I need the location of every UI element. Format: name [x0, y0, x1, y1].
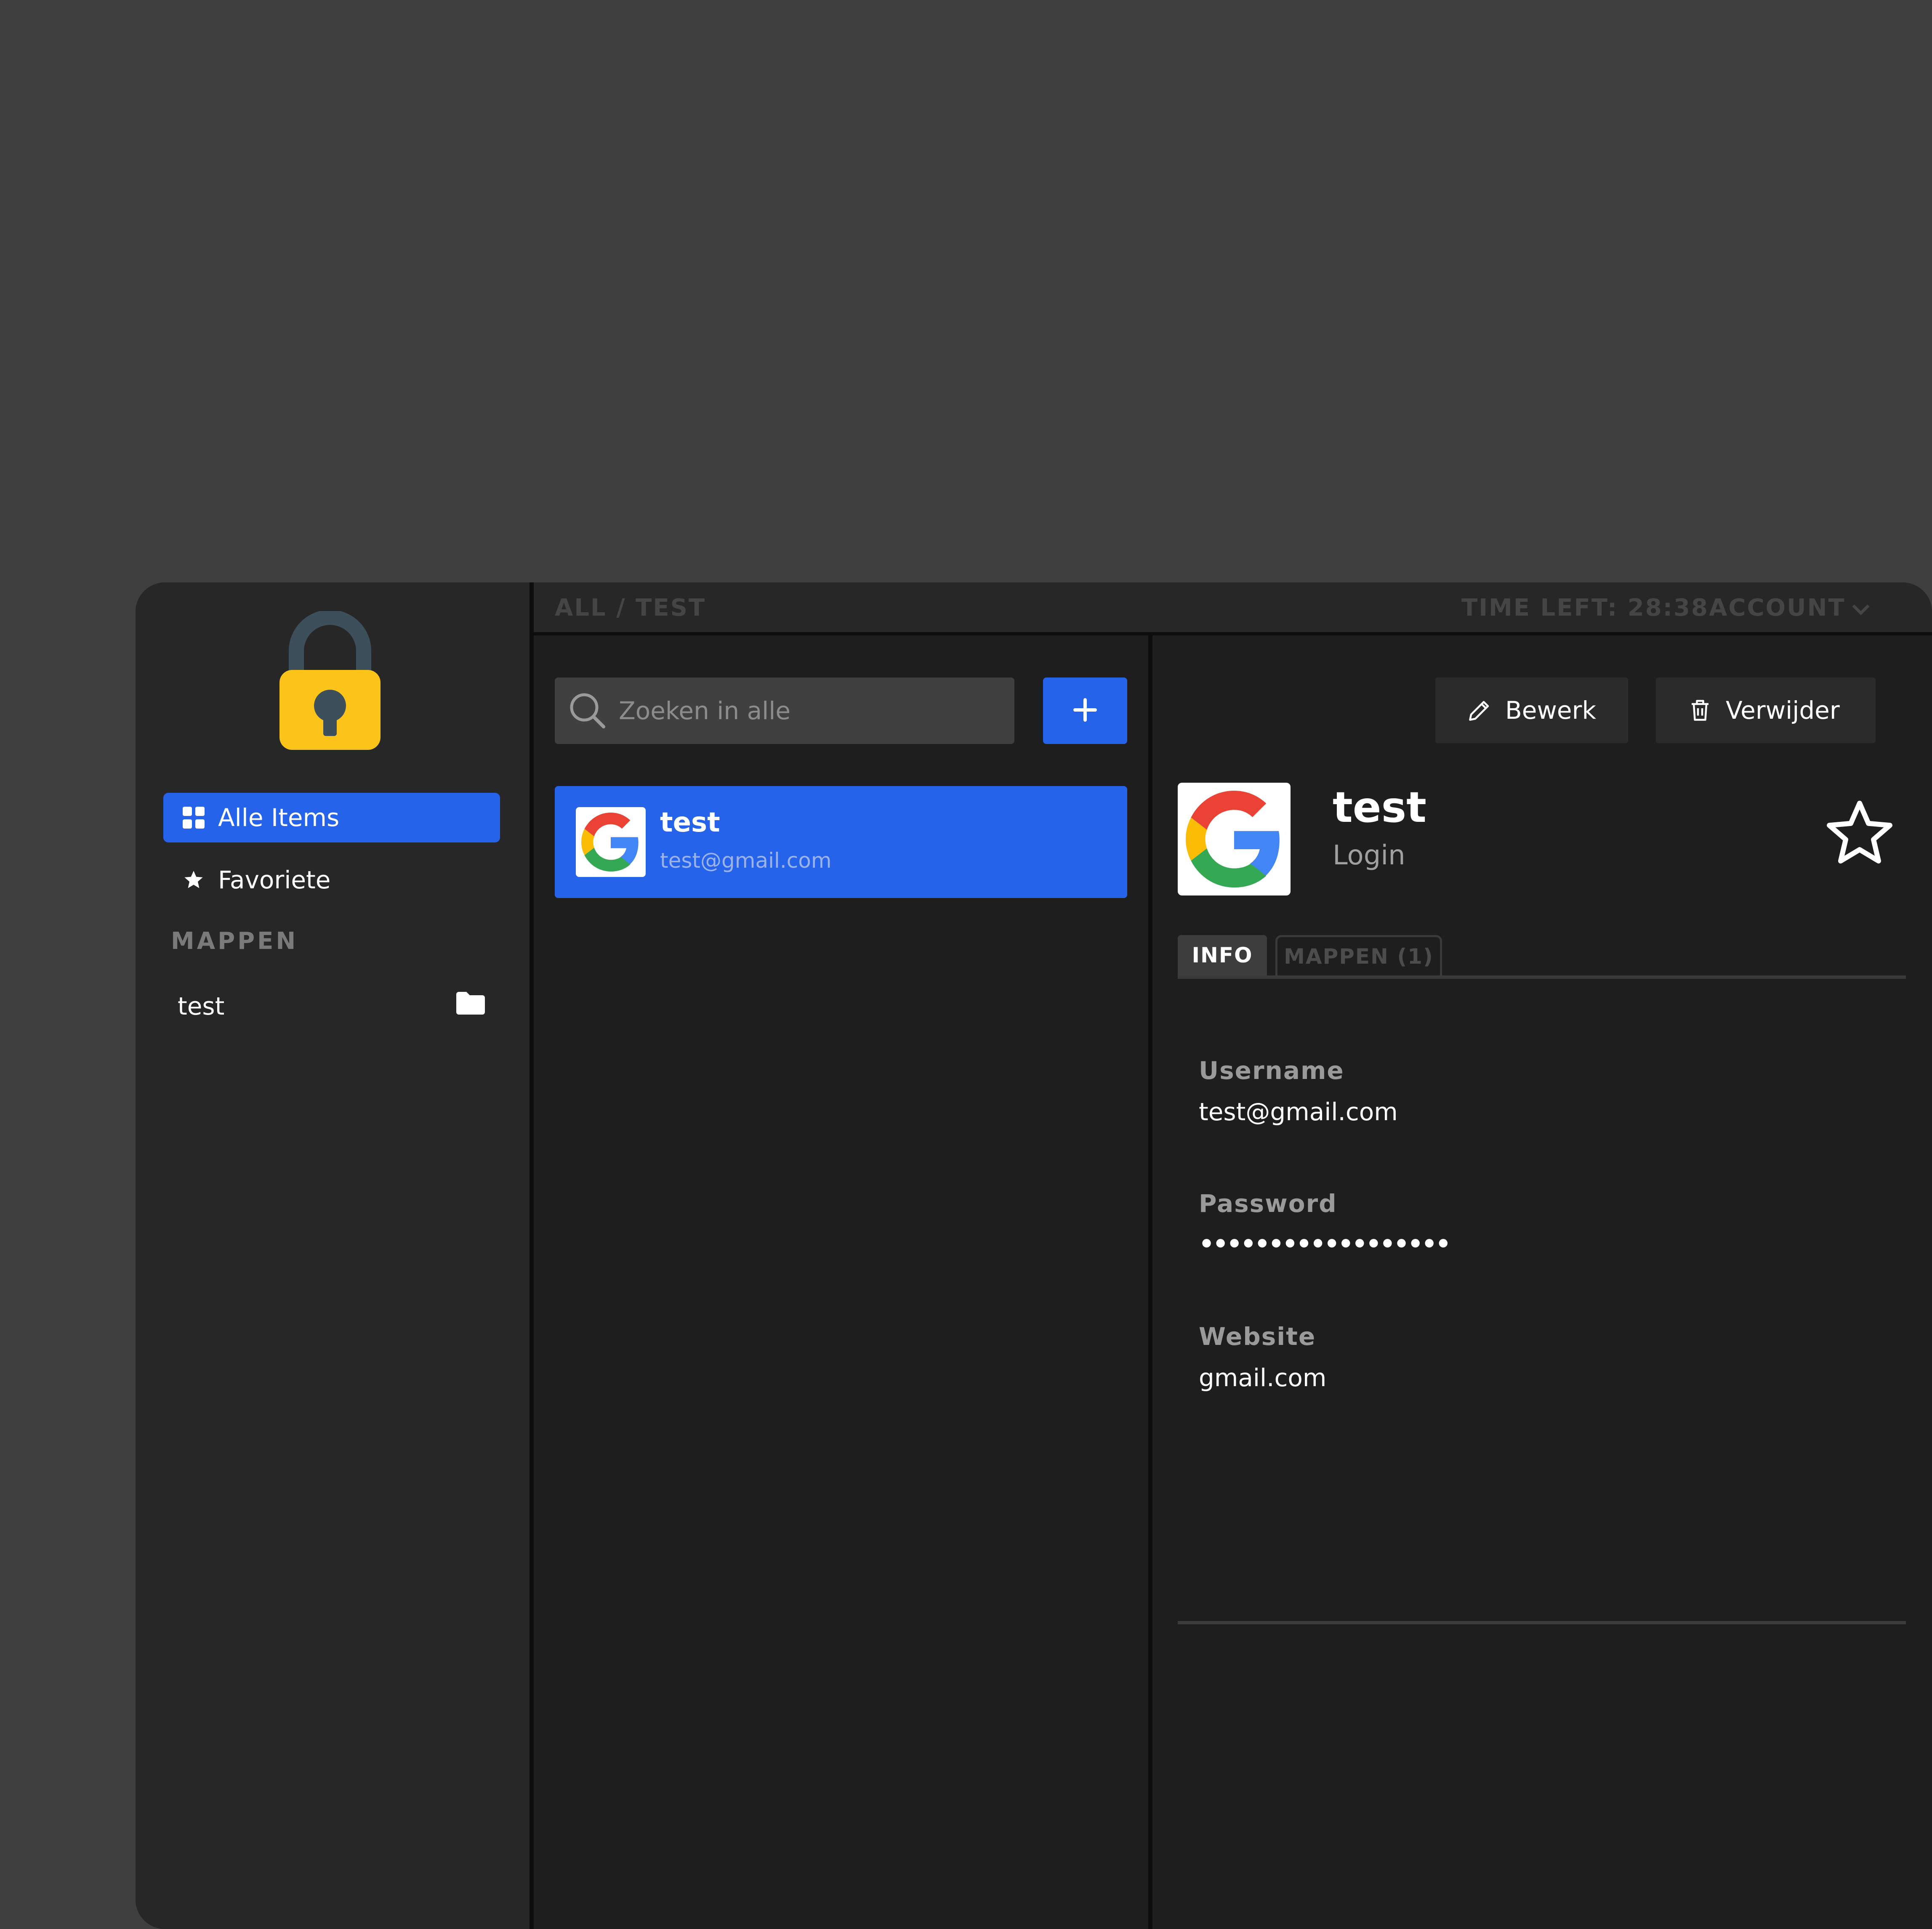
- search-input[interactable]: [618, 696, 982, 725]
- item-type: Login: [1333, 840, 1405, 871]
- username-value[interactable]: test@gmail.com: [1199, 1097, 1398, 1126]
- item-title: test: [1333, 783, 1426, 832]
- list-item-subtitle: test@gmail.com: [660, 848, 832, 873]
- sidebar-item-favoriete[interactable]: Favoriete: [163, 855, 500, 905]
- grid-icon: [182, 806, 205, 829]
- top-bar: ALL / TEST TIME LEFT: 28:38 ACCOUNT: [534, 582, 1932, 635]
- folders-section-label: MAPPEN: [171, 927, 298, 955]
- search-icon: [567, 691, 608, 731]
- session-time-left: TIME LEFT: 28:38: [1461, 594, 1709, 622]
- website-label: Website: [1199, 1322, 1316, 1351]
- list-item-title: test: [660, 807, 720, 838]
- sidebar: Alle Items Favoriete MAPPEN test: [136, 582, 530, 1929]
- pencil-icon: [1466, 697, 1493, 723]
- favorite-star-icon[interactable]: [1822, 795, 1897, 871]
- sidebar-item-label: Alle Items: [218, 803, 340, 832]
- detail-divider: [1178, 1621, 1906, 1624]
- google-icon: [1178, 783, 1291, 895]
- delete-label: Verwijder: [1726, 696, 1840, 725]
- folder-item-test[interactable]: test: [178, 987, 485, 1025]
- account-label: ACCOUNT: [1709, 594, 1846, 622]
- sidebar-item-alle-items[interactable]: Alle Items: [163, 793, 500, 842]
- folder-icon: [456, 992, 485, 1020]
- item-detail-pane: Bewerk Verwijder test Login INFO MAPPEN …: [1152, 635, 1932, 1929]
- folder-label: test: [178, 992, 225, 1020]
- account-menu[interactable]: ACCOUNT: [1709, 594, 1870, 622]
- lock-logo-icon: [279, 611, 381, 750]
- website-value[interactable]: gmail.com: [1199, 1363, 1326, 1392]
- star-icon: [182, 868, 205, 892]
- password-label: Password: [1199, 1189, 1337, 1218]
- item-list-pane: test test@gmail.com: [534, 635, 1148, 1929]
- add-item-button[interactable]: [1043, 678, 1127, 744]
- sidebar-item-label: Favoriete: [218, 866, 331, 894]
- google-icon: [576, 807, 646, 877]
- list-item[interactable]: test test@gmail.com: [555, 786, 1127, 898]
- password-value[interactable]: ••••••••••••••••••: [1199, 1230, 1451, 1258]
- sidebar-divider: [530, 582, 534, 1929]
- app-window: Alle Items Favoriete MAPPEN test ALL / T…: [136, 582, 1932, 1929]
- breadcrumb: ALL / TEST: [555, 594, 706, 622]
- edit-button[interactable]: Bewerk: [1435, 678, 1628, 743]
- tab-mappen[interactable]: MAPPEN (1): [1275, 935, 1442, 975]
- detail-tabs: INFO MAPPEN (1): [1178, 935, 1906, 979]
- tab-info[interactable]: INFO: [1178, 935, 1267, 975]
- list-divider: [1148, 635, 1152, 1929]
- edit-label: Bewerk: [1505, 696, 1597, 725]
- plus-icon: [1073, 698, 1097, 723]
- trash-icon: [1687, 697, 1713, 723]
- search-bar: [555, 678, 1014, 744]
- delete-button[interactable]: Verwijder: [1656, 678, 1876, 743]
- chevron-down-icon: [1852, 594, 1870, 622]
- username-label: Username: [1199, 1056, 1344, 1085]
